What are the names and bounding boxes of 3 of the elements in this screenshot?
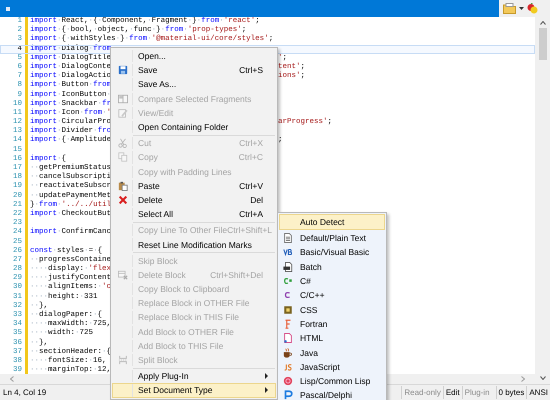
status-field: 0 bytes: [496, 386, 526, 399]
status-field: ANSI: [526, 386, 550, 399]
cursor-position: Ln 4, Col 19: [3, 388, 46, 397]
